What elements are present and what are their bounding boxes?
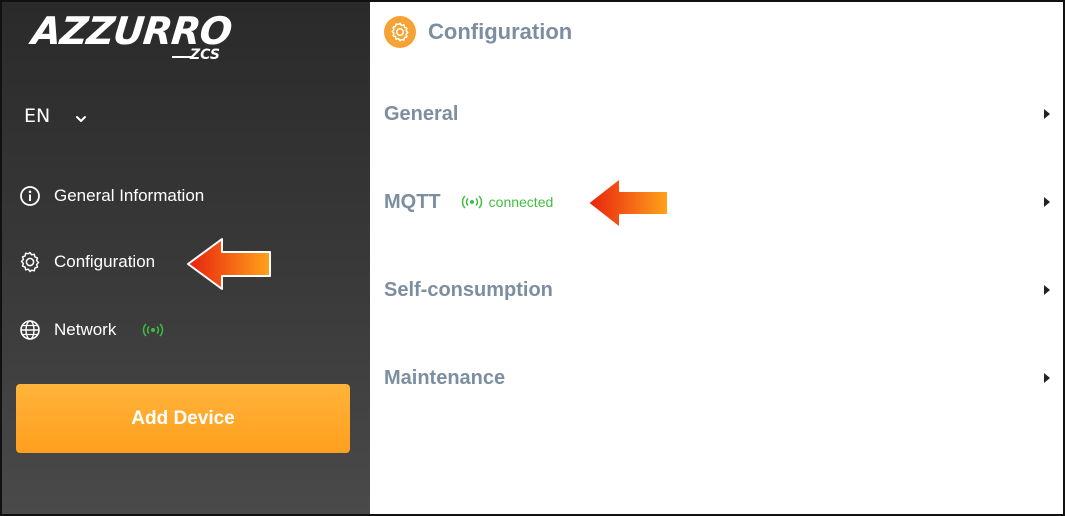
page-title: Configuration <box>428 19 573 44</box>
signal-icon <box>461 195 482 209</box>
caret-right-icon <box>1044 109 1050 119</box>
sidebar-item-label: General Information <box>54 186 205 205</box>
page-header: Configuration <box>384 16 572 48</box>
gear-icon <box>18 250 42 274</box>
info-icon <box>18 184 42 208</box>
main-panel: Configuration General MQTT connected Sel <box>370 2 1063 514</box>
status-badge: connected <box>461 194 554 210</box>
gear-icon <box>384 16 416 48</box>
annotation-arrow-left-icon <box>187 238 271 290</box>
caret-right-icon <box>1044 285 1050 295</box>
section-row-mqtt[interactable]: MQTT connected <box>384 182 1052 222</box>
sidebar-item-configuration[interactable]: Configuration <box>18 250 155 274</box>
sidebar-item-general-information[interactable]: General Information <box>18 184 204 208</box>
sidebar-item-label: Network <box>54 320 117 339</box>
add-device-button[interactable]: Add Device <box>16 384 350 453</box>
section-label: MQTT <box>384 190 441 213</box>
section-row-self-consumption[interactable]: Self-consumption <box>384 270 1052 310</box>
section-label: Maintenance <box>384 366 506 389</box>
language-value: EN <box>24 105 51 127</box>
caret-right-icon <box>1044 197 1050 207</box>
sidebar-item-network[interactable]: Network <box>18 318 164 342</box>
signal-icon <box>142 323 164 337</box>
app-window: AZZURRO ZCS EN General Information Confi… <box>0 0 1065 516</box>
logo-wordmark: AZZURRO <box>29 9 234 53</box>
caret-right-icon <box>1044 373 1050 383</box>
globe-icon <box>18 318 42 342</box>
logo-subtitle: ZCS <box>190 47 221 63</box>
logo-stripe <box>172 56 192 58</box>
section-row-general[interactable]: General <box>384 94 1052 134</box>
chevron-down-icon <box>74 109 88 123</box>
annotation-arrow-left-icon <box>587 177 669 229</box>
language-selector[interactable]: EN <box>24 105 88 127</box>
section-label: General <box>384 102 459 125</box>
section-label: Self-consumption <box>384 278 553 301</box>
status-text: connected <box>488 194 554 210</box>
sidebar-item-label: Configuration <box>54 252 156 271</box>
section-row-maintenance[interactable]: Maintenance <box>384 358 1052 398</box>
brand-logo: AZZURRO ZCS <box>29 9 234 68</box>
sidebar: AZZURRO ZCS EN General Information Confi… <box>2 2 370 514</box>
